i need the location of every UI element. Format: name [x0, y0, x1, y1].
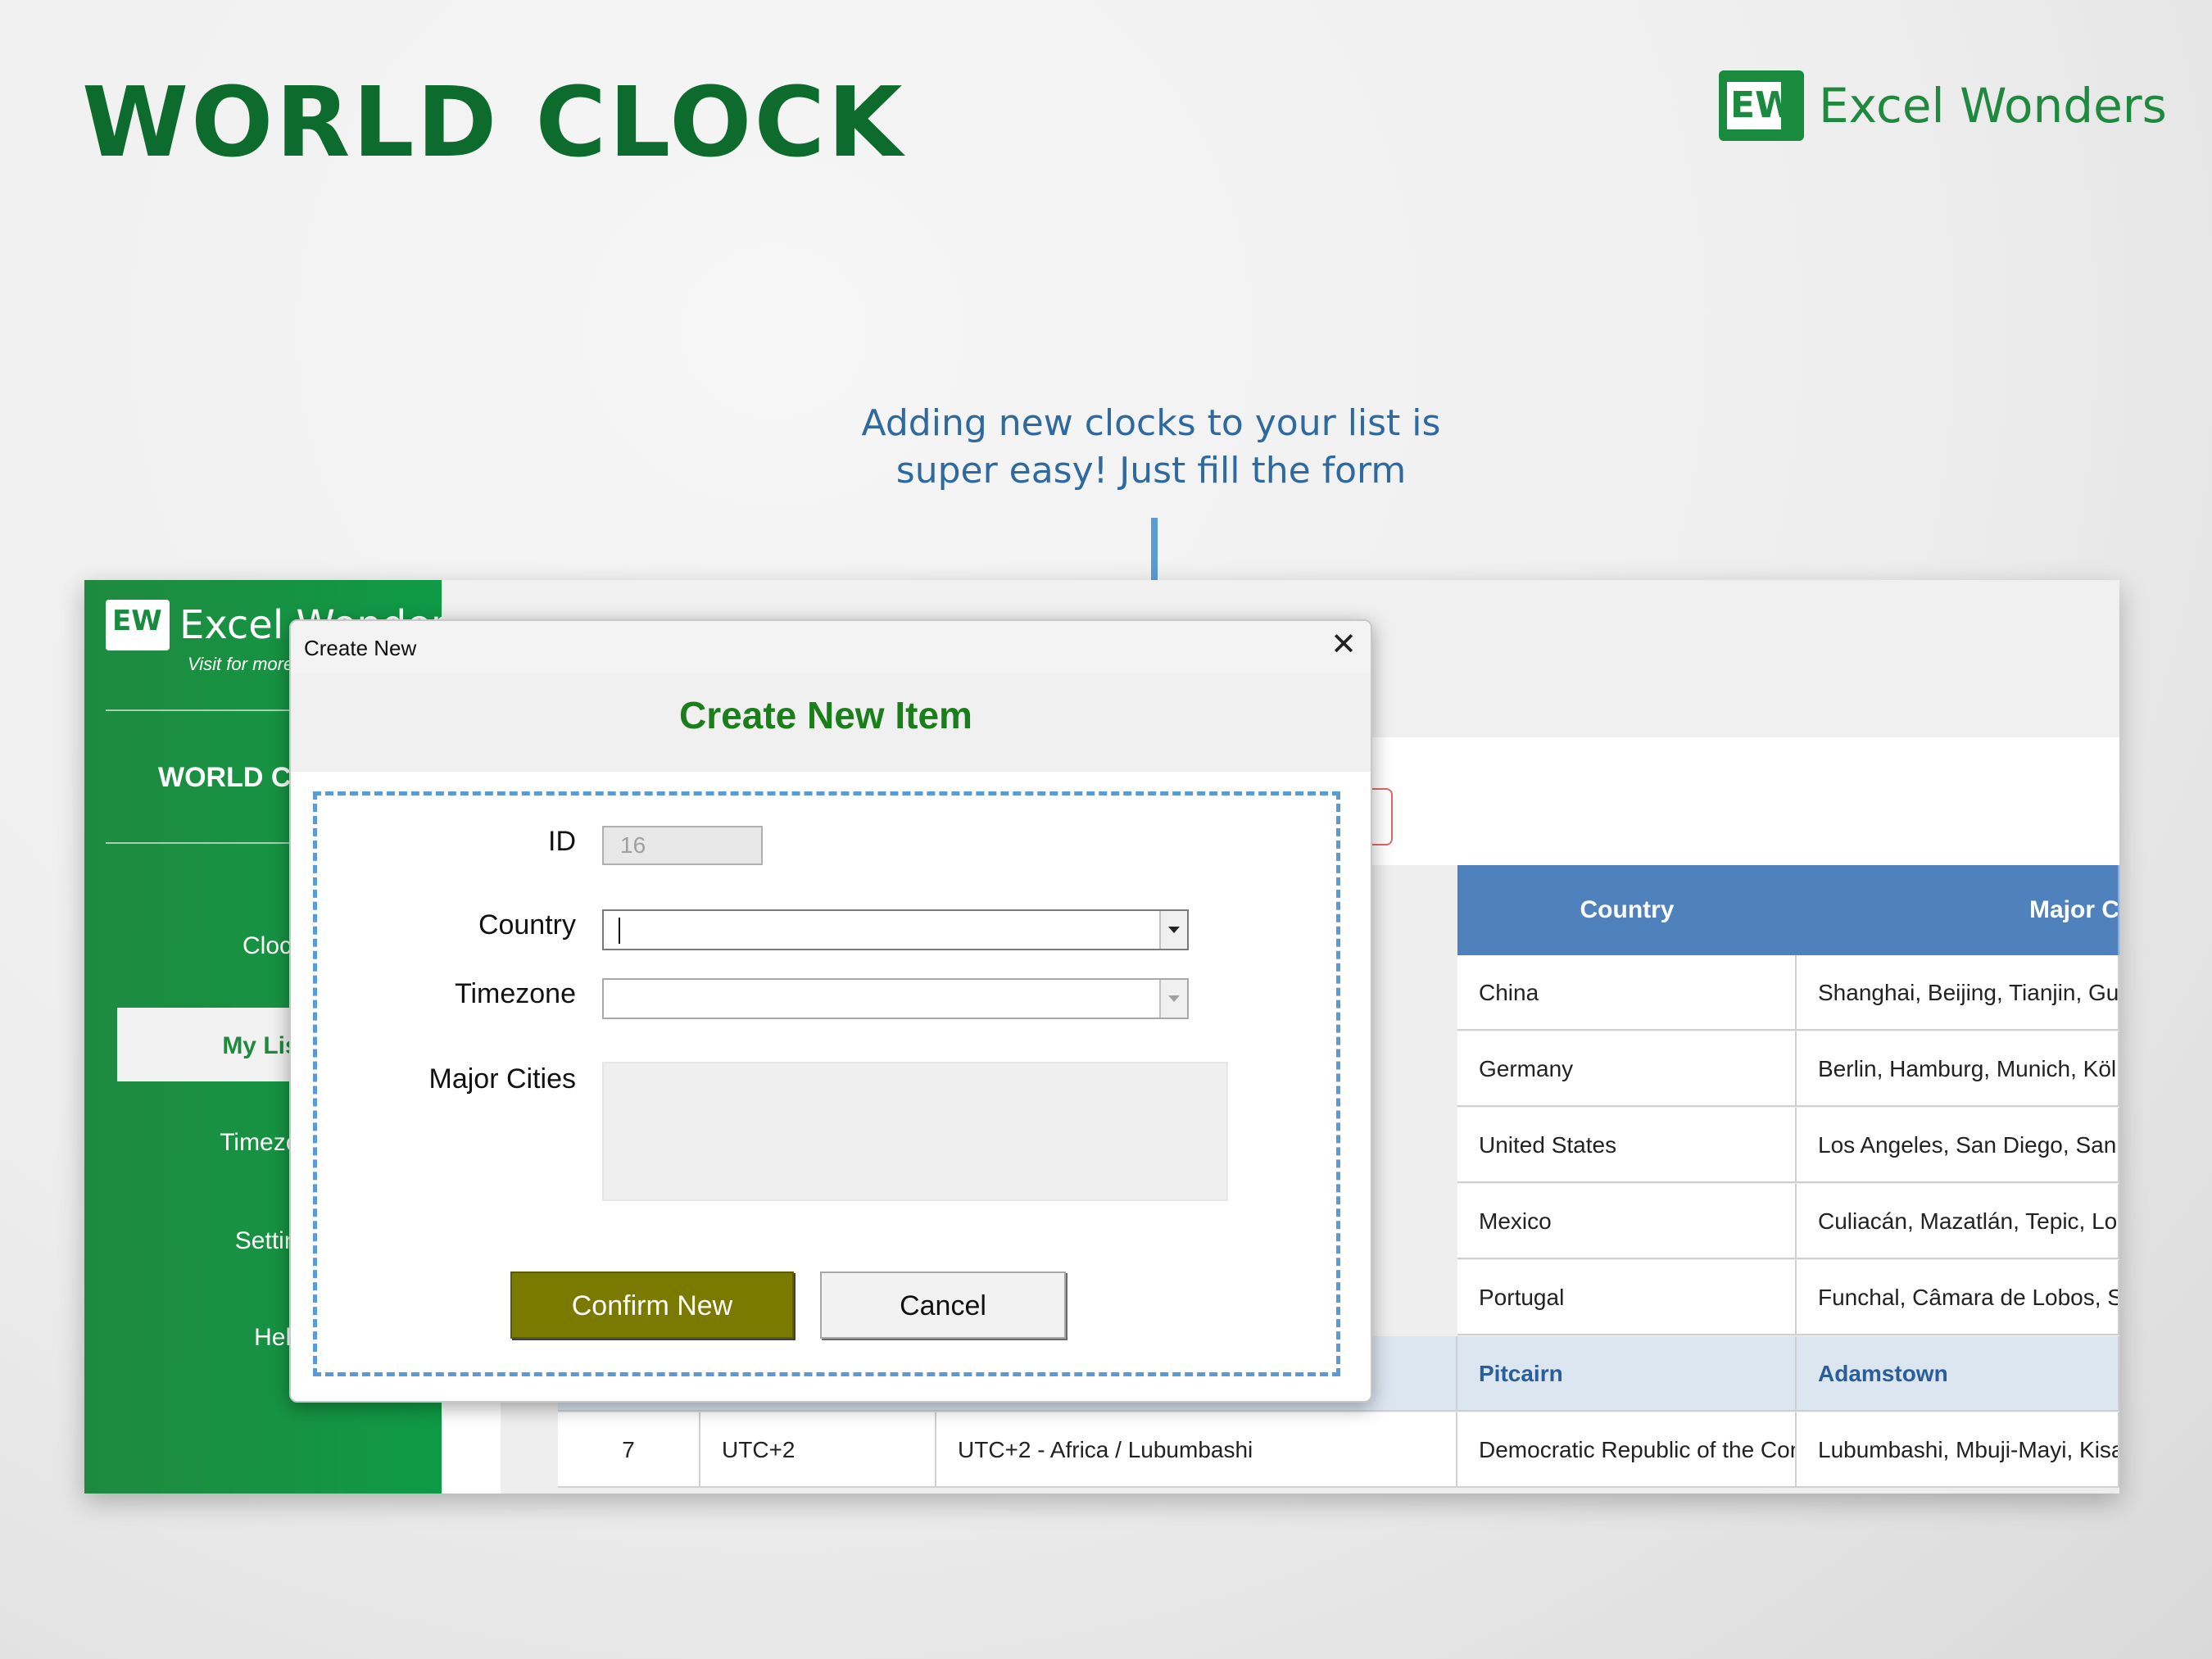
- cell-cities: Lubumbashi, Mbuji-Mayi, Kisangani, Ka: [1797, 1412, 2119, 1488]
- brand: EW Excel Wonders: [1719, 70, 2167, 141]
- cell-cities: Berlin, Hamburg, Munich, Köln, Frankfu: [1797, 1031, 2119, 1107]
- cell-country: Portugal: [1457, 1260, 1797, 1335]
- country-dropdown-chevron-down-icon[interactable]: [1159, 911, 1187, 949]
- column-header-country[interactable]: Country: [1457, 865, 1798, 955]
- cell-country: Democratic Republic of the Con: [1457, 1412, 1797, 1488]
- id-field: 16: [602, 826, 763, 865]
- table-row[interactable]: 7 UTC+2 UTC+2 - Africa / Lubumbashi Demo…: [558, 1412, 2119, 1488]
- page-title: WORLD CLOCK: [82, 66, 905, 179]
- callout-text: Adding new clocks to your list is super …: [861, 402, 1441, 492]
- sidebar-visit-link[interactable]: Visit for more: [188, 654, 293, 675]
- id-label: ID: [548, 826, 576, 857]
- cell-country: United States: [1457, 1108, 1797, 1183]
- create-new-dialog: Create New ✕ Create New Item ID 16 Count…: [289, 619, 1372, 1403]
- cell-country: Mexico: [1457, 1184, 1797, 1259]
- cell-country: Pitcairn: [1457, 1336, 1797, 1412]
- cell-cities: Los Angeles, San Diego, San Jose, Sa: [1797, 1108, 2119, 1183]
- cancel-button[interactable]: Cancel: [820, 1271, 1066, 1339]
- cell-timezone: UTC+2 - Africa / Lubumbashi: [936, 1412, 1457, 1488]
- cell-cities: Shanghai, Beijing, Tianjin, Guangzhou,: [1797, 955, 2119, 1031]
- cell-id: 7: [558, 1412, 700, 1488]
- cell-cities: Culiacán, Mazatlán, Tepic, Los Mochis,: [1797, 1184, 2119, 1259]
- close-icon[interactable]: ✕: [1325, 626, 1362, 664]
- cell-cities: Funchal, Câmara de Lobos, São Martin: [1797, 1260, 2119, 1335]
- country-combobox[interactable]: [602, 909, 1189, 950]
- major-cities-textarea[interactable]: [602, 1062, 1228, 1201]
- confirm-new-button[interactable]: Confirm New: [510, 1271, 794, 1339]
- sidebar-logo-icon: EW: [106, 600, 170, 650]
- country-label: Country: [478, 909, 576, 941]
- brand-name: Excel Wonders: [1819, 78, 2167, 134]
- timezone-dropdown-chevron-down-icon[interactable]: [1159, 980, 1187, 1018]
- timezone-combobox[interactable]: [602, 978, 1189, 1019]
- major-cities-label: Major Cities: [428, 1063, 576, 1095]
- brand-logo-icon: EW: [1719, 70, 1804, 141]
- cell-country: China: [1457, 955, 1797, 1031]
- cell-offset: UTC+2: [700, 1412, 936, 1488]
- dialog-window-title: Create New: [304, 636, 417, 660]
- cell-cities: Adamstown: [1797, 1336, 2119, 1412]
- dialog-titlebar[interactable]: [291, 621, 1371, 673]
- column-header-cities[interactable]: Major Cities in Timezone: [1797, 865, 2119, 955]
- dialog-heading: Create New Item: [679, 694, 972, 737]
- cell-country: Germany: [1457, 1031, 1797, 1107]
- timezone-label: Timezone: [454, 978, 576, 1009]
- text-cursor: [619, 918, 620, 944]
